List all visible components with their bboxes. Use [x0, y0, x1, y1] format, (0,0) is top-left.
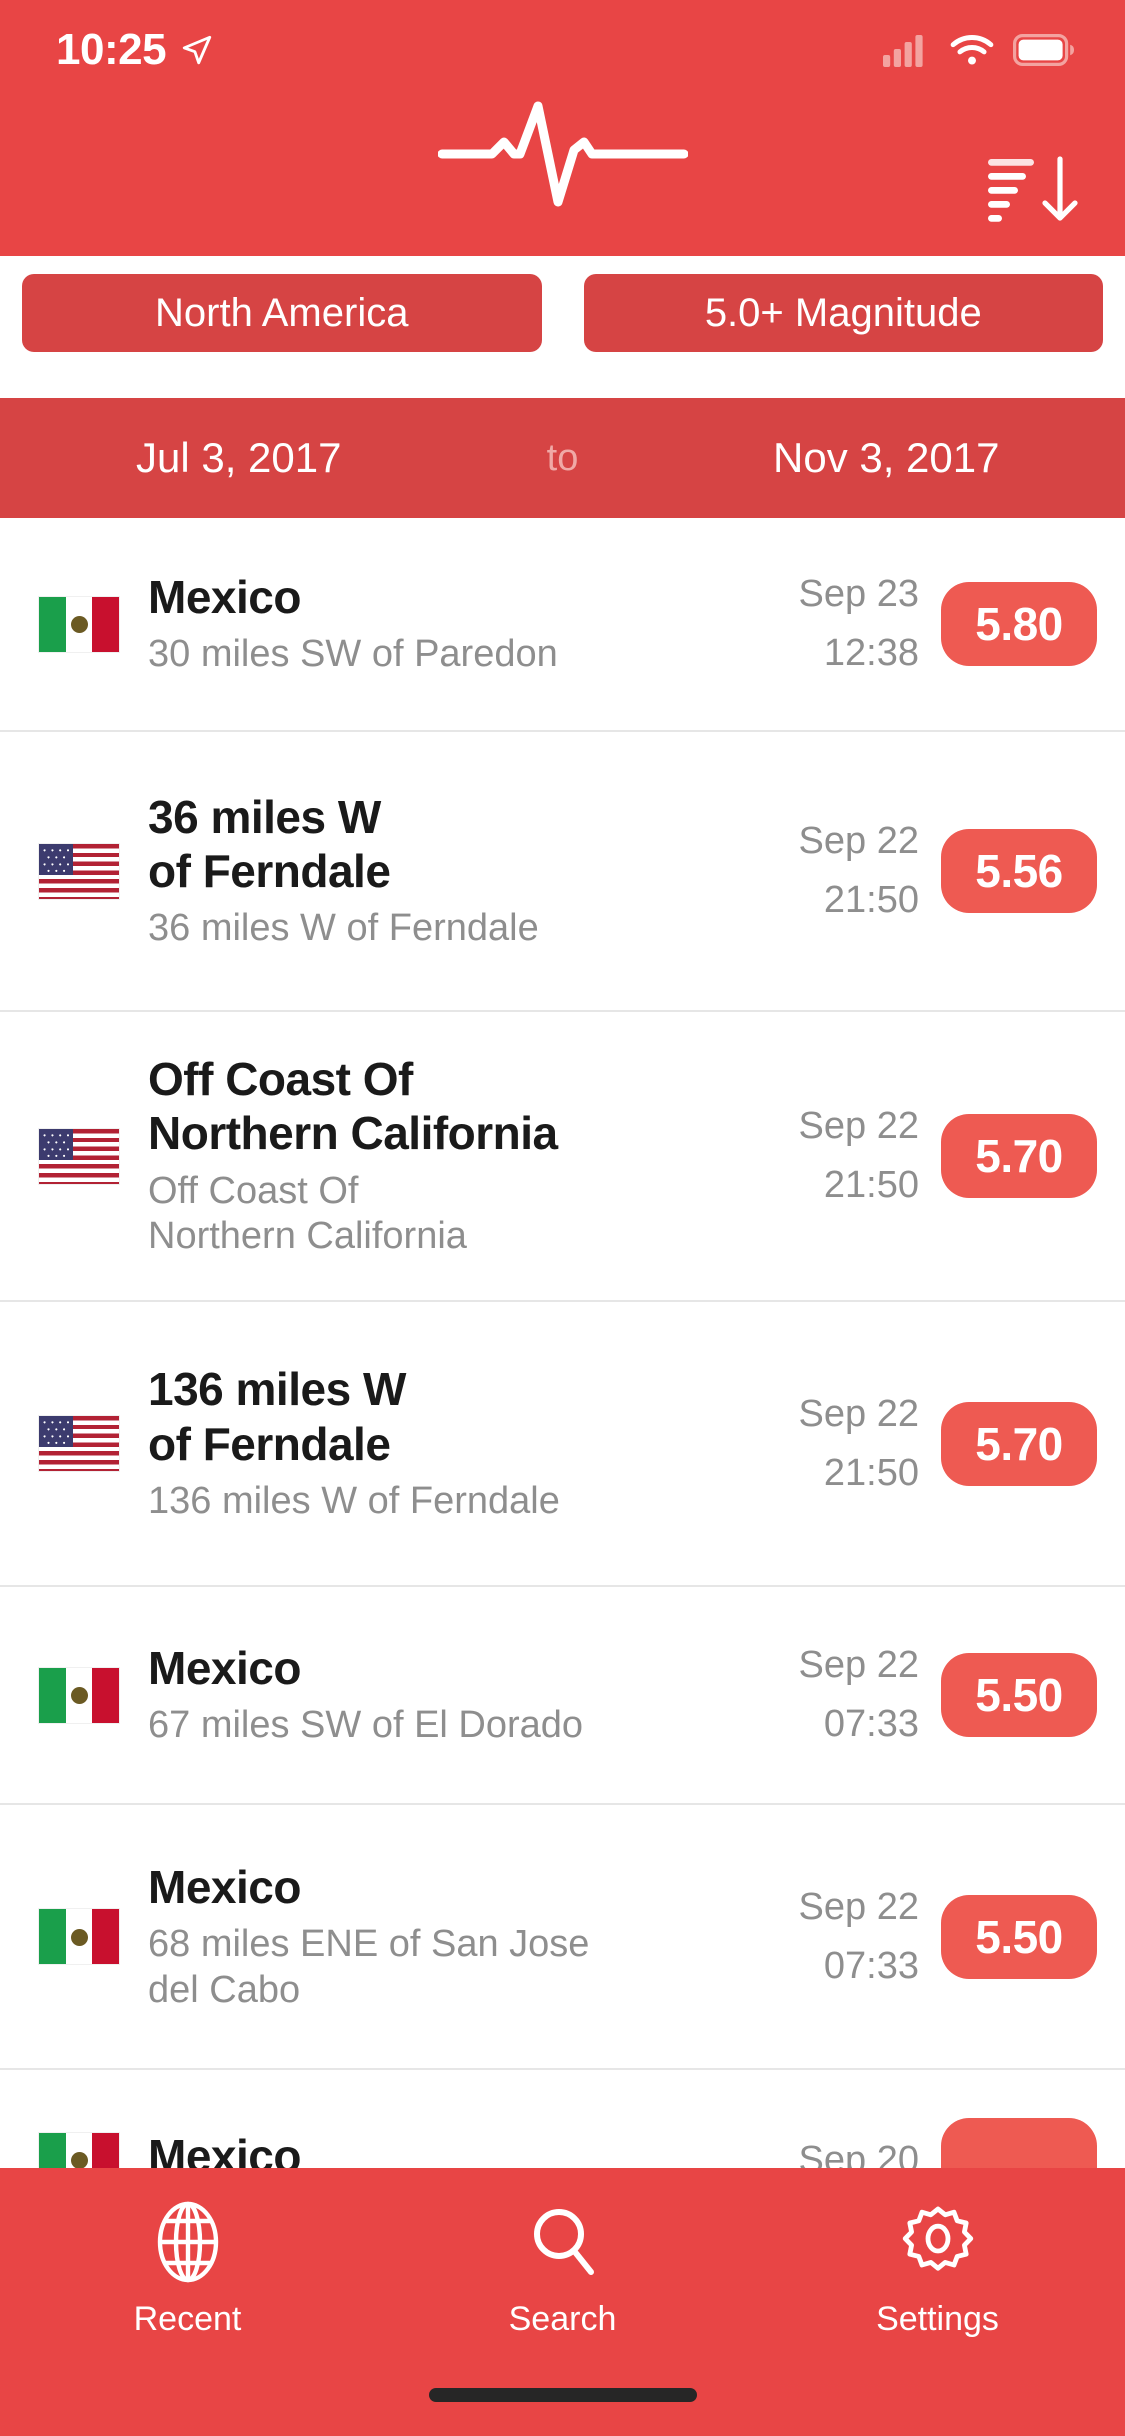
- region-filter-button[interactable]: North America: [22, 274, 542, 352]
- row-text: Mexico 68 miles ENE of San Jose del Cabo: [120, 1860, 745, 2013]
- table-row[interactable]: Off Coast Of Northern California Off Coa…: [0, 1012, 1125, 1302]
- quake-time: 07:33: [823, 1944, 919, 1987]
- quake-title: Off Coast Of Northern California: [148, 1053, 558, 1160]
- date-range-from[interactable]: Jul 3, 2017: [0, 434, 478, 482]
- quake-timestamp: Sep 23 12:38: [745, 565, 941, 683]
- quake-title: Mexico: [148, 1642, 301, 1695]
- table-row[interactable]: Mexico 67 miles SW of El Dorado Sep 22 0…: [0, 1587, 1125, 1805]
- earthquake-list[interactable]: Mexico 30 miles SW of Paredon Sep 23 12:…: [0, 518, 1125, 2204]
- gear-icon: [902, 2206, 973, 2271]
- quake-timestamp: Sep 22 21:50: [745, 1097, 941, 1215]
- quake-time: 21:50: [823, 1451, 919, 1494]
- row-text: Mexico 67 miles SW of El Dorado: [120, 1641, 745, 1749]
- quake-location: Off Coast Of Northern California: [148, 1169, 467, 1258]
- tab-settings[interactable]: Settings: [750, 2198, 1125, 2339]
- region-filter-label: North America: [155, 290, 409, 335]
- table-row[interactable]: 36 miles W of Ferndale 36 miles W of Fer…: [0, 732, 1125, 1012]
- quake-timestamp: Sep 22 07:33: [745, 1636, 941, 1754]
- flag-mexico-icon: [38, 1908, 120, 1965]
- date-range-bar: Jul 3, 2017 to Nov 3, 2017: [0, 398, 1125, 518]
- quake-location: 136 miles W of Ferndale: [148, 1479, 560, 1522]
- pulse-waveform-icon: [437, 101, 688, 207]
- magnitude-filter-button[interactable]: 5.0+ Magnitude: [583, 274, 1103, 352]
- magnitude-badge: 5.50: [941, 1894, 1097, 1979]
- quake-time: 21:50: [823, 879, 919, 921]
- flag-mexico-icon: [38, 1666, 120, 1724]
- row-text: Mexico 30 miles SW of Paredon: [120, 570, 745, 678]
- row-text: Off Coast Of Northern California Off Coa…: [120, 1052, 745, 1260]
- row-text: 36 miles W of Ferndale 36 miles W of Fer…: [120, 790, 745, 952]
- quake-time: 07:33: [823, 1703, 919, 1745]
- quake-title: 36 miles W of Ferndale: [148, 790, 391, 898]
- filter-bar: North America 5.0+ Magnitude: [0, 274, 1125, 352]
- quake-timestamp: Sep 22 07:33: [745, 1878, 941, 1996]
- cellular-signal-icon: [883, 35, 923, 67]
- bottom-tab-bar: Recent Search Settings: [0, 2168, 1125, 2436]
- tab-settings-label: Settings: [876, 2300, 999, 2338]
- quake-title: Mexico: [148, 571, 301, 624]
- status-bar-clock: 10:25: [56, 25, 167, 74]
- tab-search-label: Search: [508, 2300, 617, 2338]
- magnitude-badge: 5.70: [941, 1114, 1097, 1198]
- tab-recent[interactable]: Recent: [0, 2198, 375, 2339]
- quake-location: 30 miles SW of Paredon: [148, 633, 558, 676]
- location-arrow-icon: [182, 35, 212, 65]
- tab-recent-label: Recent: [133, 2300, 242, 2338]
- app-logo: [0, 101, 1125, 207]
- date-range-separator: to: [546, 436, 579, 479]
- flag-united-states-icon: [38, 1415, 120, 1472]
- quake-title: 136 miles W of Ferndale: [148, 1363, 406, 1470]
- magnitude-badge: 5.70: [941, 1401, 1097, 1486]
- app-header: 10:25: [0, 0, 1125, 256]
- date-range-to[interactable]: Nov 3, 2017: [648, 434, 1125, 482]
- wifi-icon: [950, 35, 994, 65]
- quake-title: Mexico: [148, 1860, 301, 1913]
- magnitude-badge: 5.56: [941, 829, 1097, 913]
- flag-united-states-icon: [38, 842, 120, 900]
- quake-location: 68 miles ENE of San Jose del Cabo: [148, 1923, 590, 2011]
- magnitude-badge: 5.80: [941, 582, 1097, 666]
- flag-united-states-icon: [38, 1127, 120, 1185]
- sort-button[interactable]: [979, 150, 1089, 230]
- quake-date: Sep 22: [798, 1885, 919, 1928]
- app-screen: 10:25 North America 5.0+ Magnitude Jul 3…: [0, 0, 1125, 2436]
- quake-time: 21:50: [823, 1164, 919, 1206]
- magnitude-filter-label: 5.0+ Magnitude: [704, 290, 982, 335]
- table-row[interactable]: 136 miles W of Ferndale 136 miles W of F…: [0, 1302, 1125, 1587]
- quake-date: Sep 22: [798, 1105, 919, 1148]
- search-icon: [533, 2209, 594, 2275]
- status-bar-right: [883, 33, 1075, 67]
- quake-location: 36 miles W of Ferndale: [148, 907, 539, 950]
- quake-time: 12:38: [823, 632, 919, 674]
- home-indicator[interactable]: [428, 2388, 697, 2402]
- magnitude-badge: 5.50: [941, 1653, 1097, 1737]
- quake-date: Sep 22: [798, 1392, 919, 1435]
- table-row[interactable]: Mexico 30 miles SW of Paredon Sep 23 12:…: [0, 518, 1125, 732]
- quake-timestamp: Sep 22 21:50: [745, 1385, 941, 1503]
- ios-status-bar: 10:25: [0, 0, 1125, 100]
- sort-descending-icon: [988, 156, 1078, 222]
- tab-search[interactable]: Search: [375, 2198, 750, 2339]
- quake-location: 67 miles SW of El Dorado: [148, 1704, 584, 1747]
- status-bar-left: 10:25: [56, 25, 214, 75]
- quake-date: Sep 22: [798, 820, 919, 863]
- quake-date: Sep 23: [798, 573, 919, 616]
- battery-icon: [1013, 34, 1074, 66]
- globe-icon: [157, 2201, 218, 2283]
- flag-mexico-icon: [38, 595, 120, 653]
- table-row[interactable]: Mexico 68 miles ENE of San Jose del Cabo…: [0, 1805, 1125, 2070]
- quake-timestamp: Sep 22 21:50: [745, 812, 941, 930]
- quake-date: Sep 22: [798, 1644, 919, 1687]
- row-text: 136 miles W of Ferndale 136 miles W of F…: [120, 1362, 745, 1524]
